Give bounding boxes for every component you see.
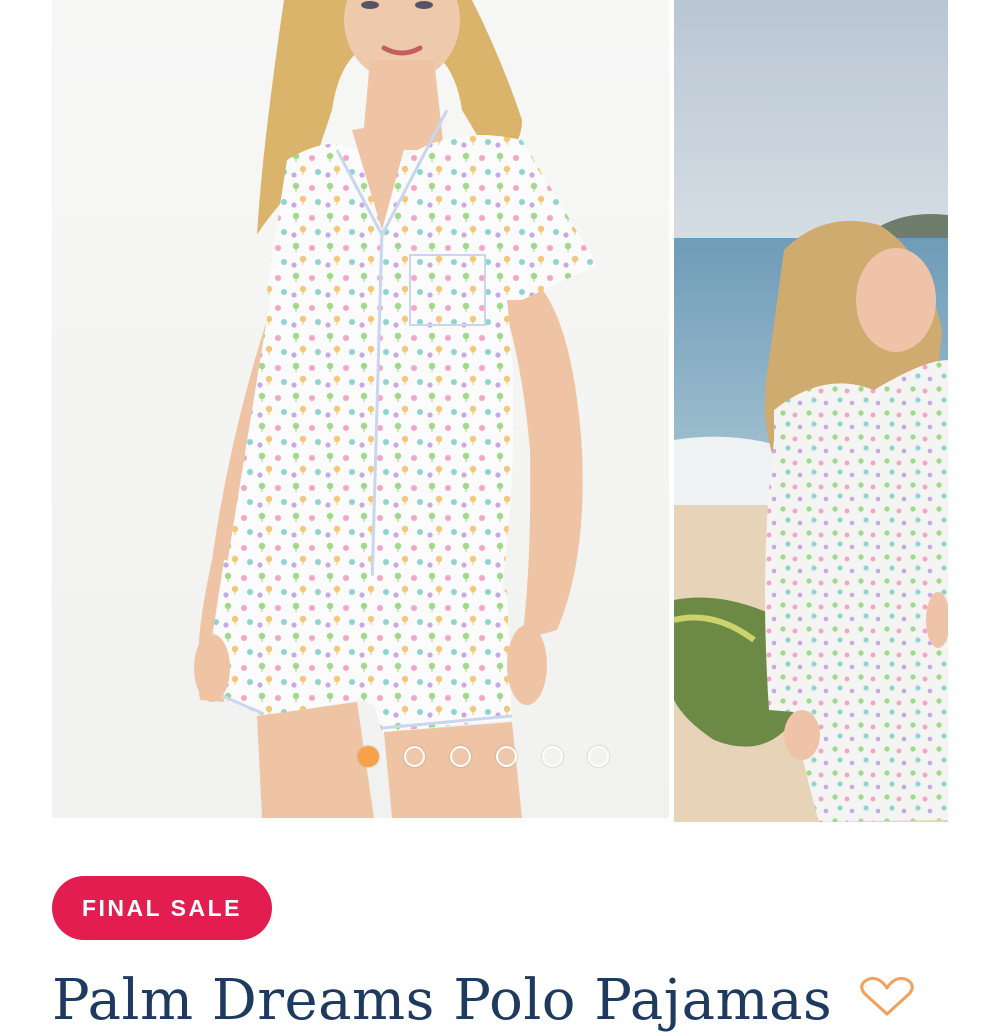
- carousel-dot-1[interactable]: [358, 745, 379, 767]
- carousel-dot-3[interactable]: [450, 745, 471, 767]
- carousel-dot-6[interactable]: [588, 745, 609, 767]
- final-sale-badge: FINAL SALE: [52, 876, 272, 940]
- product-title: Palm Dreams Polo Pajamas: [52, 968, 833, 1033]
- heart-icon[interactable]: [858, 976, 916, 1016]
- carousel-dot-2[interactable]: [404, 745, 425, 767]
- model-photo: [194, 0, 597, 818]
- product-image-main[interactable]: [52, 0, 669, 818]
- carousel-dot-5[interactable]: [542, 745, 563, 767]
- product-image-secondary[interactable]: [674, 0, 948, 822]
- carousel-pagination: [358, 742, 609, 770]
- beach-photo: [674, 0, 948, 822]
- carousel-dot-4[interactable]: [496, 745, 517, 767]
- product-image-gallery[interactable]: [0, 0, 1000, 825]
